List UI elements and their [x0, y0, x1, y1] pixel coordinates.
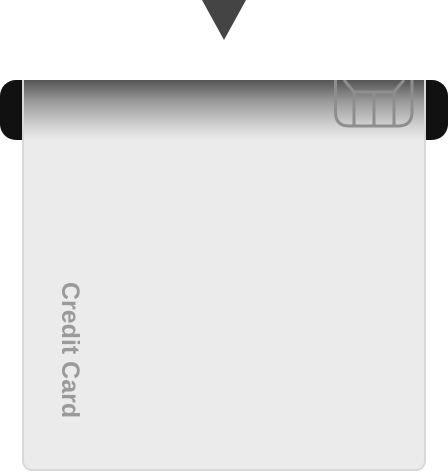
insert-arrow-icon: [202, 0, 246, 40]
credit-card[interactable]: Credit Card: [22, 80, 426, 471]
chip-icon: [334, 80, 414, 128]
card-reader: Credit Card: [0, 0, 448, 473]
card-label: Credit Card: [56, 282, 84, 419]
